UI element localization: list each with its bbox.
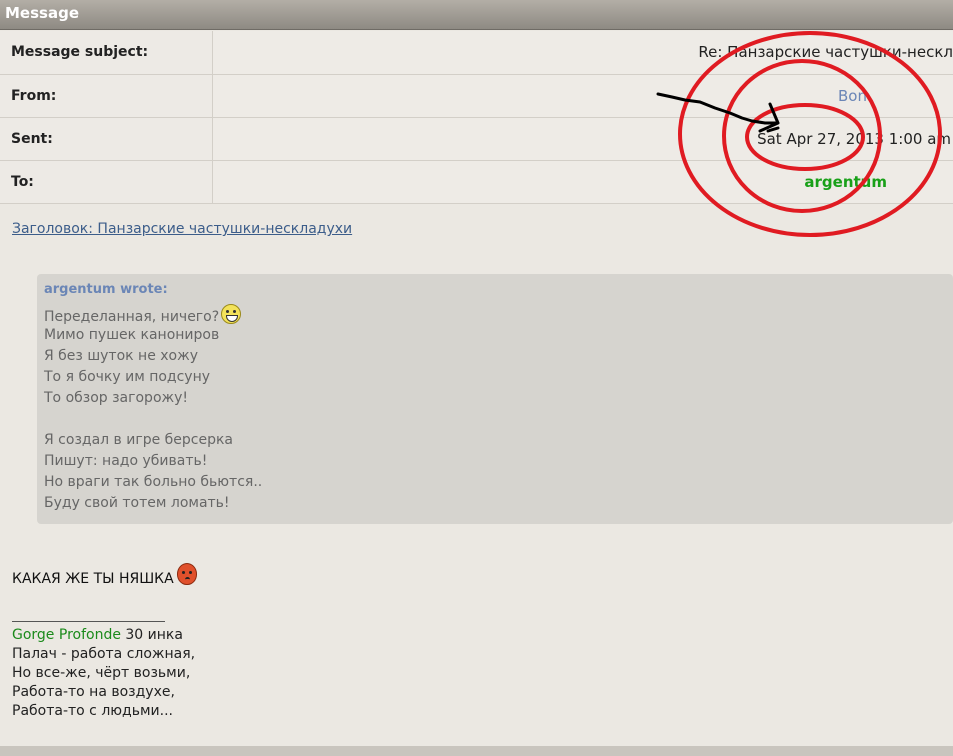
signature-line: Работа-то с людьми... [12,703,173,719]
sent-value: Sat Apr 27, 2013 1:00 am [757,129,951,148]
to-cell: argentum [212,160,953,204]
quote-line: Пишут: надо убивать! [44,453,208,469]
message-body: КАКАЯ ЖЕ ТЫ НЯШКА [12,563,197,587]
signature-heading: Gorge Profonde 30 инка [12,626,195,645]
signature-line: Палач - работа сложная, [12,646,196,662]
quote-block: argentum wrote: Переделанная, ничего? Ми… [37,274,953,524]
quote-line: То обзор загорожу! [44,390,189,406]
quote-line: Буду свой тотем ломать! [44,495,230,511]
from-cell: Bon [212,74,953,118]
laughing-smiley-icon [221,304,242,324]
from-row: From: Bon [0,74,953,118]
window-title: Message [5,4,79,22]
from-user-link[interactable]: Bon [838,87,867,105]
quote-line: Я создал в игре берсерка [44,432,234,448]
quote-line: То я бочку им подсуну [44,369,211,385]
quote-line-text: Переделанная, ничего? [44,309,220,325]
subject-cell: Re: Панзарские частушки-нескл [212,31,953,75]
signature-name: Gorge Profonde [12,627,121,643]
quote-line: Я без шуток не хожу [44,348,199,364]
quote-line: Мимо пушек канониров [44,327,220,343]
sent-label: Sent: [0,117,213,161]
thread-title-link[interactable]: Заголовок: Панзарские частушки-нескладух… [12,221,352,237]
quote-line: Но враги так больно бьются.. [44,474,263,490]
message-text: КАКАЯ ЖЕ ТЫ НЯШКА [12,571,174,587]
subject-row: Message subject: Re: Панзарские частушки… [0,31,953,75]
to-user-link[interactable]: argentum [804,173,887,191]
sent-row: Sent: Sat Apr 27, 2013 1:00 am [0,117,953,161]
message-title-bar: Message [0,0,953,30]
subject-value: Re: Панзарские частушки-нескл [698,43,953,62]
subject-label: Message subject: [0,31,213,75]
signature: Gorge Profonde 30 инка Палач - работа сл… [12,626,195,721]
angry-face-icon [176,563,197,585]
quote-stanza-gap [44,409,953,430]
message-header-table: Message subject: Re: Панзарские частушки… [0,31,953,204]
sent-cell: Sat Apr 27, 2013 1:00 am [212,117,953,161]
signature-divider [12,621,165,622]
to-row: To: argentum [0,160,953,204]
signature-line: Но все-же, чёрт возьми, [12,665,191,681]
quote-author: argentum wrote: [44,282,168,297]
footer-bar [0,746,953,756]
to-label: To: [0,160,213,204]
from-label: From: [0,74,213,118]
signature-level: 30 инка [120,627,183,643]
quote-line: Переделанная, ничего? [44,304,953,325]
signature-line: Работа-то на воздухе, [12,684,175,700]
